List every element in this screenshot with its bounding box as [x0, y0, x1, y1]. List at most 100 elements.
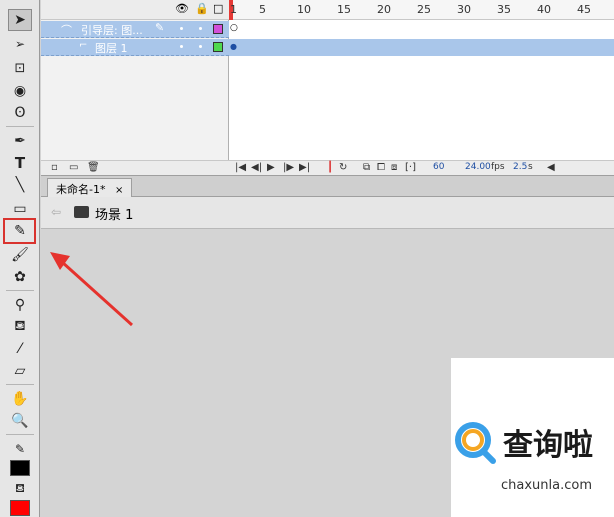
step-back-icon[interactable]: ◀|: [251, 162, 262, 173]
fill-color-swatch[interactable]: [10, 500, 30, 516]
pencil-icon: ✎: [155, 21, 165, 34]
guided-layer-icon: ⌐: [79, 40, 88, 51]
fps-value[interactable]: 24.00: [465, 162, 491, 172]
lock-icon[interactable]: 🔒: [195, 2, 209, 15]
toolbar-divider: [6, 290, 34, 291]
trash-icon[interactable]: 🗑: [87, 162, 100, 173]
paint-bucket-tool-button[interactable]: ⛾: [8, 316, 32, 338]
rectangle-icon: ▭: [13, 201, 27, 217]
arrow-pointer-icon: ➤: [14, 12, 26, 28]
fps-unit: fps: [491, 162, 505, 172]
visibility-dot[interactable]: [180, 27, 183, 30]
subselection-tool-button[interactable]: ➢: [8, 33, 32, 55]
loop-icon[interactable]: ↻: [339, 162, 347, 173]
ruler-tick: 25: [417, 3, 431, 16]
guide-layer-icon: ⌒: [61, 24, 72, 37]
keyframe-icon: ●: [230, 42, 237, 51]
eraser-icon: ▱: [14, 363, 26, 379]
hand-tool-button[interactable]: ✋: [8, 388, 32, 410]
bone-icon: ⚲: [14, 297, 26, 313]
edit-bar: ⇦ 场景 1: [41, 197, 614, 229]
timeline-panel: 👁 🔒 □ ⌒ 引导层: 图... ✎ ⌐ 图层 1 ▫ ▭ 🗑 1 5 10 …: [41, 0, 614, 175]
eyedropper-tool-button[interactable]: ⁄: [8, 338, 32, 360]
ruler-tick: 40: [537, 3, 551, 16]
layer-color-box[interactable]: [213, 42, 223, 52]
deco-tool-button[interactable]: ✿: [8, 266, 32, 288]
layer-color-box[interactable]: [213, 24, 223, 34]
layer-row-guide[interactable]: ⌒ 引导层: 图... ✎: [41, 21, 229, 38]
watermark: 查询啦 chaxunla.com: [451, 358, 614, 517]
layer-name: 引导层: 图...: [81, 24, 143, 37]
text-tool-button[interactable]: T: [8, 152, 32, 174]
scene-clapper-icon: [74, 206, 89, 218]
3d-rotation-tool-button[interactable]: ◉: [8, 80, 32, 102]
ruler-tick: 10: [297, 3, 311, 16]
bone-tool-button[interactable]: ⚲: [8, 294, 32, 316]
ruler-tick: 5: [259, 3, 266, 16]
pen-icon: ✒: [14, 133, 26, 149]
new-folder-icon[interactable]: ▭: [69, 162, 78, 173]
new-layer-icon[interactable]: ▫: [51, 162, 58, 173]
toolbar-divider: [6, 126, 34, 127]
ruler-tick: 35: [497, 3, 511, 16]
modify-markers-icon[interactable]: [·]: [405, 162, 416, 173]
play-icon[interactable]: ▶: [267, 162, 275, 173]
ruler-tick: 15: [337, 3, 351, 16]
back-arrow-icon[interactable]: ⇦: [51, 205, 61, 219]
stroke-color-swatch[interactable]: [10, 460, 30, 476]
document-tab-bar: 未命名-1* ×: [41, 175, 614, 197]
document-tab-label: 未命名-1*: [56, 183, 106, 196]
frame-row-layer1[interactable]: ●: [229, 39, 614, 56]
layer-list: 👁 🔒 □ ⌒ 引导层: 图... ✎ ⌐ 图层 1 ▫ ▭ 🗑: [41, 0, 229, 175]
ruler-tick: 45: [577, 3, 591, 16]
watermark-brand: 查询啦: [503, 428, 593, 463]
ruler-tick: 1: [230, 3, 237, 16]
edit-multiple-icon[interactable]: ⧈: [391, 162, 397, 173]
onion-skin-icon[interactable]: ⧉: [363, 162, 370, 173]
onion-outline-icon[interactable]: ⧠: [377, 162, 385, 173]
step-forward-icon[interactable]: |▶: [283, 162, 294, 173]
center-frame-icon[interactable]: ┃: [327, 162, 333, 173]
tools-panel: ➤ ➢ ⊡ ◉ ʘ ✒ T ╲ ▭ ✎ 🖌 ✿ ⚲ ⛾ ⁄ ▱ ✋ 🔍 ✎ ⛾: [0, 0, 40, 517]
frame-area[interactable]: 1 5 10 15 20 25 30 35 40 45 ○ ● |◀ ◀| ▶ …: [229, 0, 614, 175]
lock-dot[interactable]: [199, 45, 202, 48]
current-frame-value: 60: [433, 162, 445, 172]
ruler-tick: 20: [377, 3, 391, 16]
zoom-tool-button[interactable]: 🔍: [8, 410, 32, 432]
watermark-url: chaxunla.com: [501, 478, 592, 493]
stroke-color-label: ✎: [8, 438, 32, 460]
rectangle-tool-button[interactable]: ▭: [8, 198, 32, 220]
first-frame-icon[interactable]: |◀: [235, 162, 246, 173]
elapsed-time-unit: s: [528, 162, 533, 172]
lasso-tool-button[interactable]: ʘ: [8, 102, 32, 124]
deco-icon: ✿: [14, 269, 26, 285]
line-tool-button[interactable]: ╲: [8, 174, 32, 196]
visibility-dot[interactable]: [180, 45, 183, 48]
outline-icon[interactable]: □: [213, 2, 223, 15]
document-tab[interactable]: 未命名-1* ×: [47, 178, 133, 197]
pen-tool-button[interactable]: ✒: [8, 130, 32, 152]
layer-name: 图层 1: [95, 42, 128, 55]
elapsed-time-value: 2.5: [513, 162, 528, 172]
empty-keyframe-icon: ○: [230, 23, 238, 33]
lock-dot[interactable]: [199, 27, 202, 30]
free-transform-tool-button[interactable]: ⊡: [8, 57, 32, 79]
stroke-pencil-icon: ✎: [14, 442, 26, 456]
scroll-left-icon[interactable]: ◀: [547, 162, 555, 173]
eyedropper-icon: ⁄: [18, 341, 22, 357]
selection-tool-button[interactable]: ➤: [8, 9, 32, 31]
frame-row-guide[interactable]: ○: [229, 21, 614, 38]
last-frame-icon[interactable]: ▶|: [299, 162, 310, 173]
eye-icon[interactable]: 👁: [175, 2, 189, 15]
ruler-tick: 30: [457, 3, 471, 16]
layer-row-layer1[interactable]: ⌐ 图层 1: [41, 39, 229, 56]
hand-icon: ✋: [11, 391, 29, 407]
eraser-tool-button[interactable]: ▱: [8, 360, 32, 382]
text-icon: T: [14, 154, 26, 172]
frame-ruler[interactable]: 1 5 10 15 20 25 30 35 40 45: [229, 0, 614, 20]
brush-tool-button[interactable]: 🖌: [8, 244, 32, 266]
close-icon[interactable]: ×: [115, 185, 123, 196]
scene-breadcrumb[interactable]: 场景 1: [95, 204, 133, 223]
fill-color-label: ⛾: [8, 478, 32, 500]
lasso-icon: ʘ: [14, 105, 26, 121]
